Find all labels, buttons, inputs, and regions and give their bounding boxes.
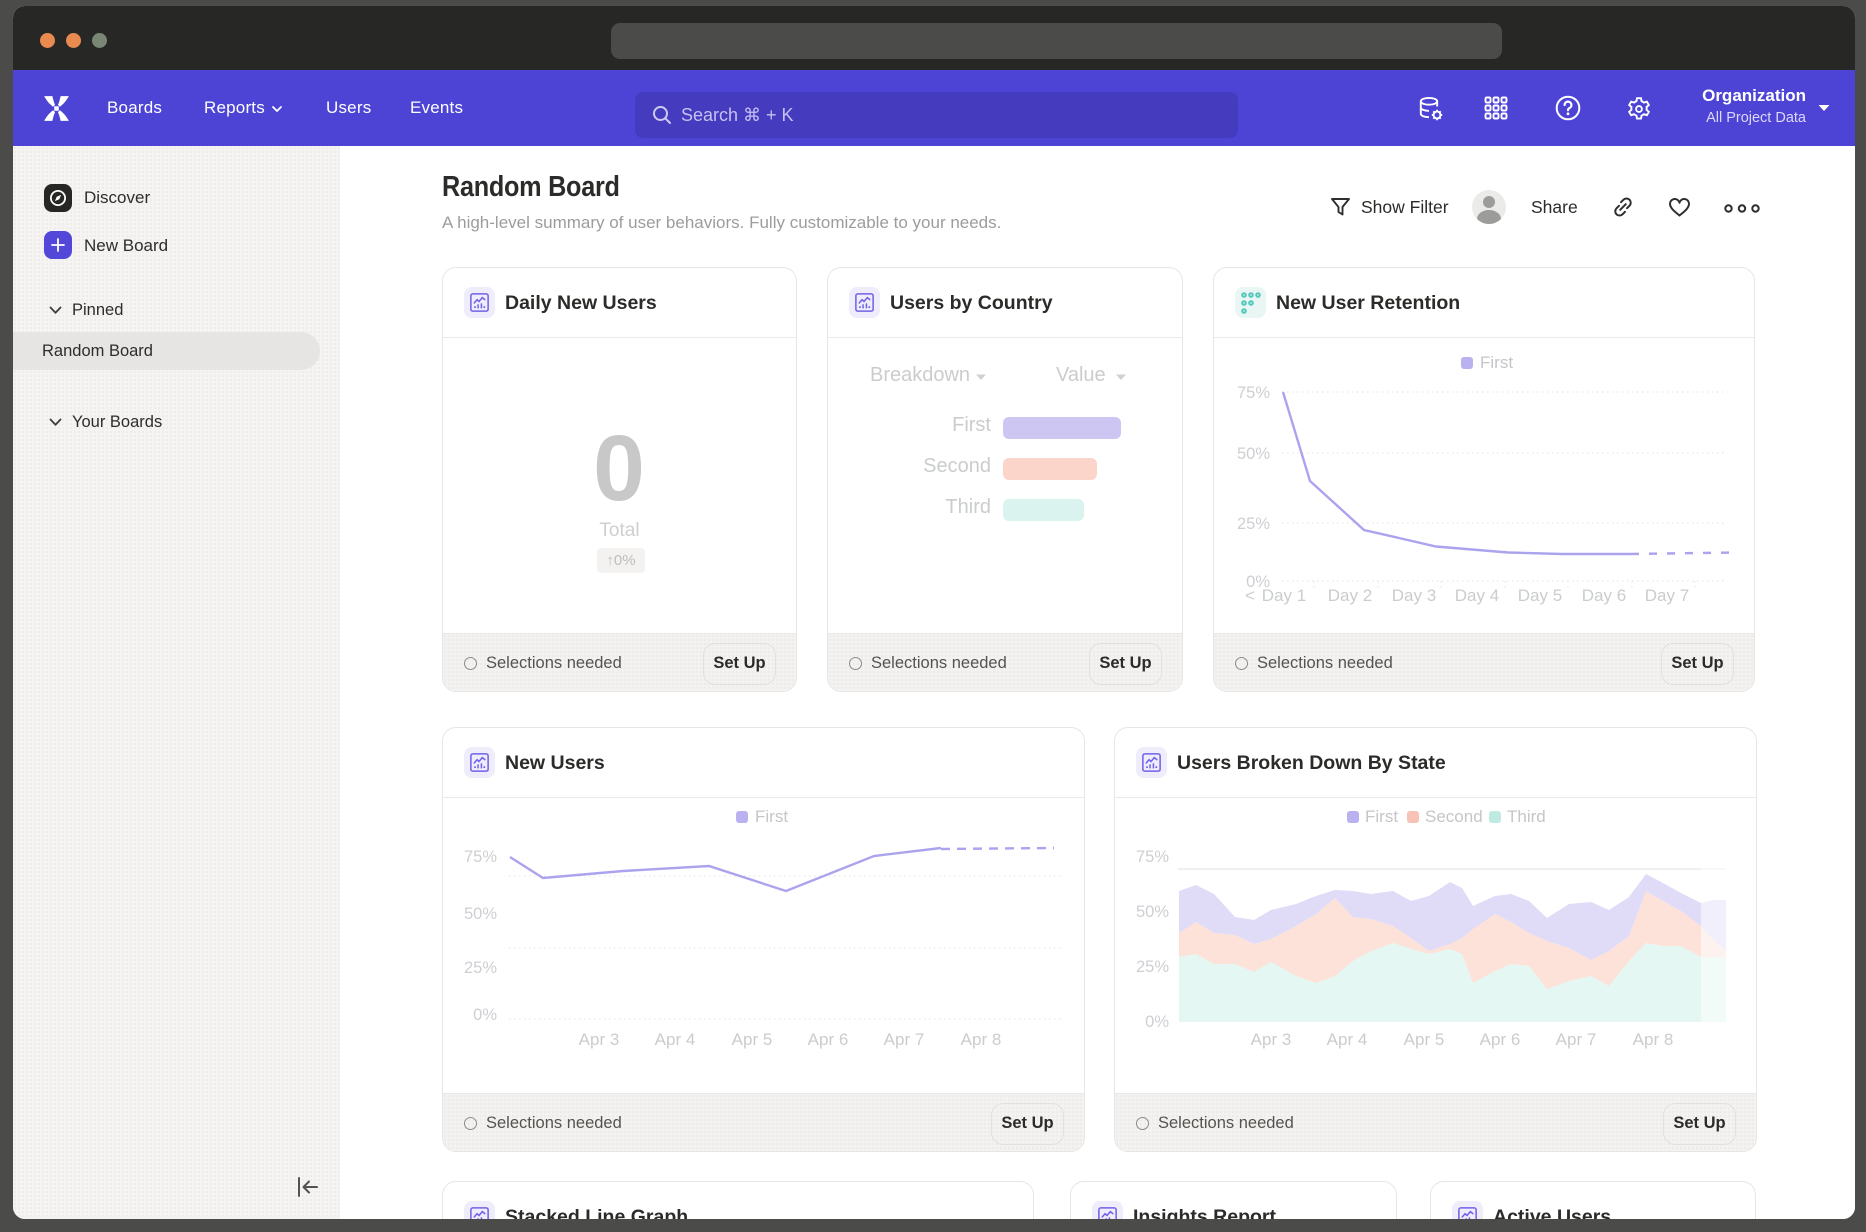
svg-text:First: First bbox=[755, 807, 788, 826]
svg-text:25%: 25% bbox=[464, 959, 497, 977]
svg-text:50%: 50% bbox=[464, 905, 497, 923]
svg-text:Apr 4: Apr 4 bbox=[1327, 1030, 1368, 1049]
svg-text:Apr 3: Apr 3 bbox=[579, 1030, 620, 1049]
svg-text:Day 4: Day 4 bbox=[1455, 586, 1499, 605]
svg-text:Apr 8: Apr 8 bbox=[1633, 1030, 1674, 1049]
svg-text:Apr 7: Apr 7 bbox=[1556, 1030, 1597, 1049]
svg-text:Day 3: Day 3 bbox=[1392, 586, 1436, 605]
svg-text:First: First bbox=[1480, 353, 1513, 372]
svg-text:Apr 8: Apr 8 bbox=[961, 1030, 1002, 1049]
svg-text:50%: 50% bbox=[1136, 903, 1169, 921]
svg-text:75%: 75% bbox=[1237, 384, 1270, 402]
svg-text:Day 1: Day 1 bbox=[1262, 586, 1306, 605]
svg-text:Day 5: Day 5 bbox=[1518, 586, 1562, 605]
svg-text:Day 6: Day 6 bbox=[1582, 586, 1626, 605]
svg-text:75%: 75% bbox=[464, 848, 497, 866]
svg-text:Apr 5: Apr 5 bbox=[1404, 1030, 1445, 1049]
svg-text:75%: 75% bbox=[1136, 848, 1169, 866]
svg-text:Day 2: Day 2 bbox=[1328, 586, 1372, 605]
svg-text:0%: 0% bbox=[1145, 1013, 1169, 1031]
svg-text:Apr 7: Apr 7 bbox=[884, 1030, 925, 1049]
svg-text:First: First bbox=[1365, 807, 1398, 826]
svg-text:Apr 6: Apr 6 bbox=[808, 1030, 849, 1049]
svg-text:Third: Third bbox=[1507, 807, 1546, 826]
svg-text:50%: 50% bbox=[1237, 445, 1270, 463]
svg-text:25%: 25% bbox=[1237, 515, 1270, 533]
svg-text:Apr 5: Apr 5 bbox=[732, 1030, 773, 1049]
svg-text:25%: 25% bbox=[1136, 958, 1169, 976]
svg-text:Apr 3: Apr 3 bbox=[1251, 1030, 1292, 1049]
svg-text:<: < bbox=[1245, 586, 1255, 605]
svg-text:Second: Second bbox=[1425, 807, 1483, 826]
svg-text:Day 7: Day 7 bbox=[1645, 586, 1689, 605]
svg-text:0%: 0% bbox=[473, 1006, 497, 1024]
svg-text:Apr 4: Apr 4 bbox=[655, 1030, 696, 1049]
svg-text:Apr 6: Apr 6 bbox=[1480, 1030, 1521, 1049]
